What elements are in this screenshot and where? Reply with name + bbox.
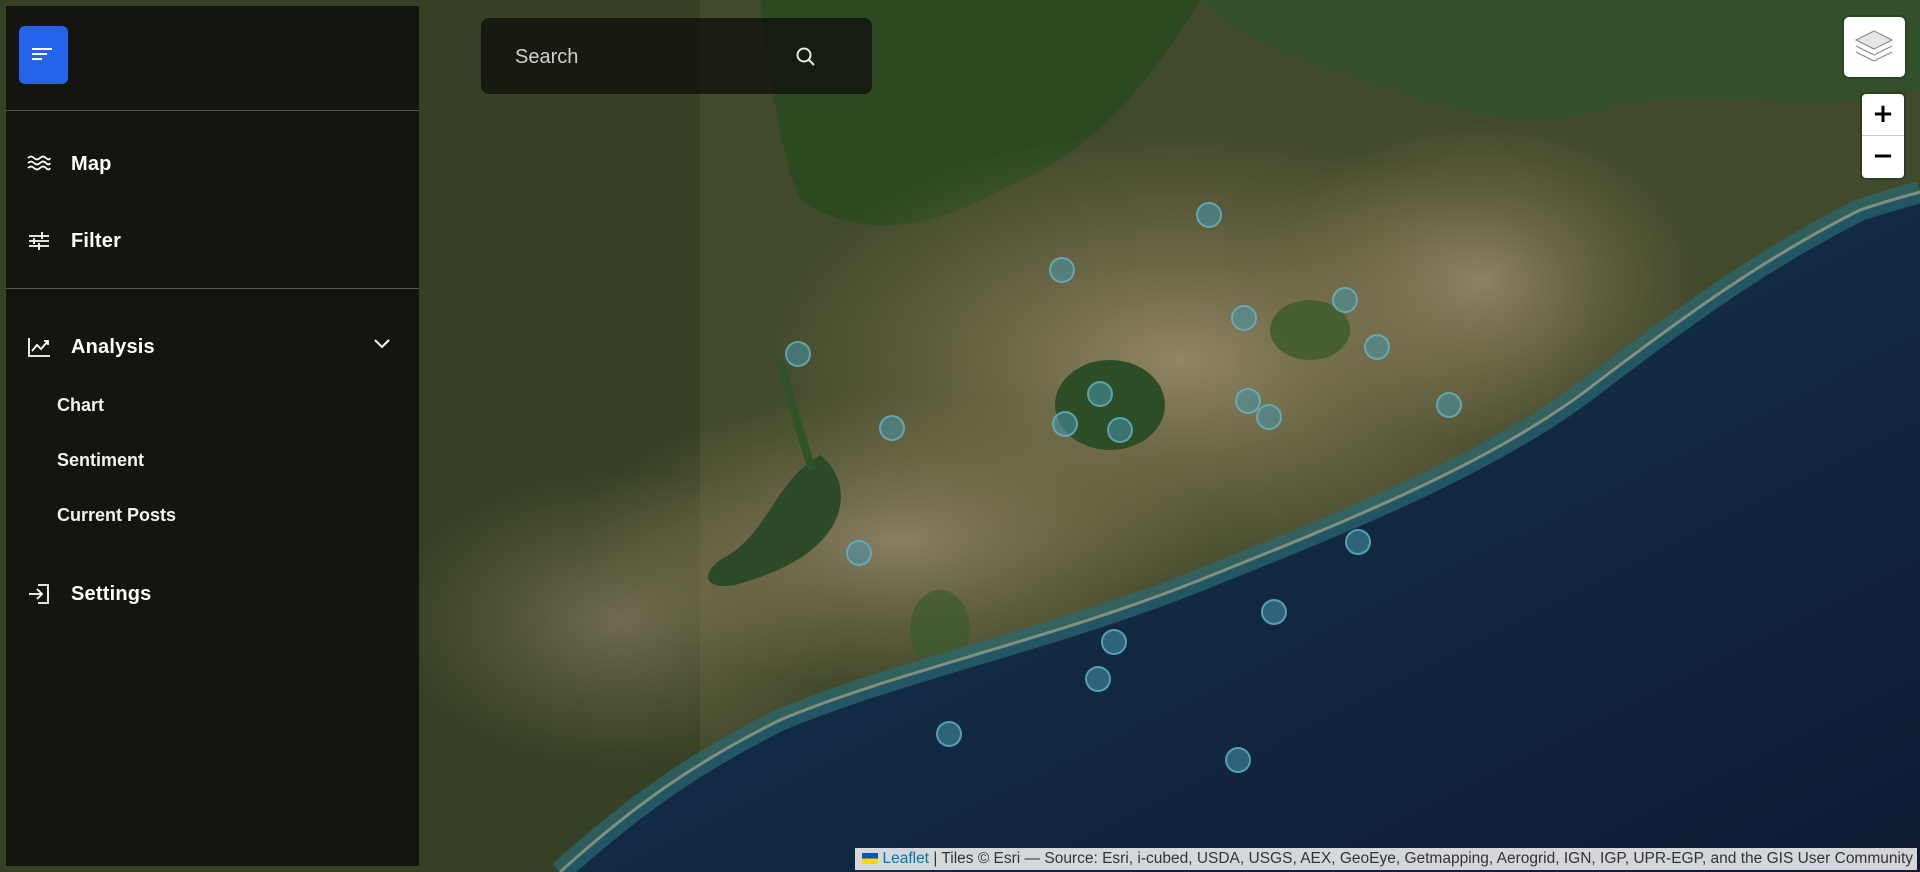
map-marker[interactable] — [1085, 666, 1111, 692]
sidebar-item-label: Analysis — [71, 336, 155, 358]
sidebar-item-label: Map — [71, 153, 112, 175]
sidebar: Map Filter Analysis Chart Sentiment Curr… — [6, 6, 419, 866]
map-marker[interactable] — [1436, 392, 1462, 418]
zoom-control: + − — [1862, 94, 1904, 178]
search-icon[interactable] — [795, 46, 817, 68]
map-marker[interactable] — [1087, 381, 1113, 407]
map-marker[interactable] — [1225, 747, 1251, 773]
map-marker[interactable] — [846, 540, 872, 566]
map-marker[interactable] — [936, 721, 962, 747]
sidebar-item-settings[interactable]: Settings — [6, 572, 419, 616]
menu-toggle-button[interactable] — [19, 26, 68, 84]
map-marker[interactable] — [1107, 417, 1133, 443]
analysis-subitem-current-posts[interactable]: Current Posts — [57, 505, 176, 526]
sidebar-item-label: Filter — [71, 230, 122, 252]
sliders-icon — [29, 232, 49, 250]
sidebar-item-filter[interactable]: Filter — [6, 219, 419, 263]
sidebar-divider — [6, 110, 419, 111]
map-marker[interactable] — [1261, 599, 1287, 625]
map-marker[interactable] — [1364, 334, 1390, 360]
map-marker[interactable] — [1345, 529, 1371, 555]
map-marker[interactable] — [1231, 305, 1257, 331]
analysis-subitem-sentiment[interactable]: Sentiment — [57, 450, 144, 471]
sidebar-item-analysis[interactable]: Analysis — [6, 325, 419, 369]
attribution-text: | Tiles © Esri — Source: Esri, i-cubed, … — [933, 850, 1913, 867]
layers-button[interactable] — [1844, 17, 1905, 77]
map-marker[interactable] — [1196, 202, 1222, 228]
map-marker[interactable] — [1049, 257, 1075, 283]
map-marker[interactable] — [879, 415, 905, 441]
chevron-down-icon[interactable] — [374, 339, 390, 349]
search-input[interactable] — [513, 40, 797, 74]
map-marker[interactable] — [1332, 287, 1358, 313]
map-marker[interactable] — [1101, 629, 1127, 655]
map-marker[interactable] — [1256, 404, 1282, 430]
map-attribution: Leaflet | Tiles © Esri — Source: Esri, i… — [855, 848, 1917, 870]
leaflet-link[interactable]: Leaflet — [882, 850, 929, 867]
sidebar-item-map[interactable]: Map — [6, 142, 419, 186]
zoom-out-button[interactable]: − — [1862, 136, 1904, 177]
zoom-in-button[interactable]: + — [1862, 94, 1904, 136]
trend-chart-icon — [28, 338, 50, 357]
analysis-subitem-chart[interactable]: Chart — [57, 395, 104, 416]
map-marker[interactable] — [785, 341, 811, 367]
sidebar-divider — [6, 288, 419, 289]
sign-in-icon — [29, 584, 49, 604]
sidebar-item-label: Settings — [71, 583, 152, 605]
ukraine-flag-icon — [862, 853, 879, 864]
menu-lines-icon — [32, 48, 52, 60]
layers-icon — [1854, 30, 1894, 62]
waves-icon — [27, 155, 51, 171]
map-marker[interactable] — [1052, 411, 1078, 437]
